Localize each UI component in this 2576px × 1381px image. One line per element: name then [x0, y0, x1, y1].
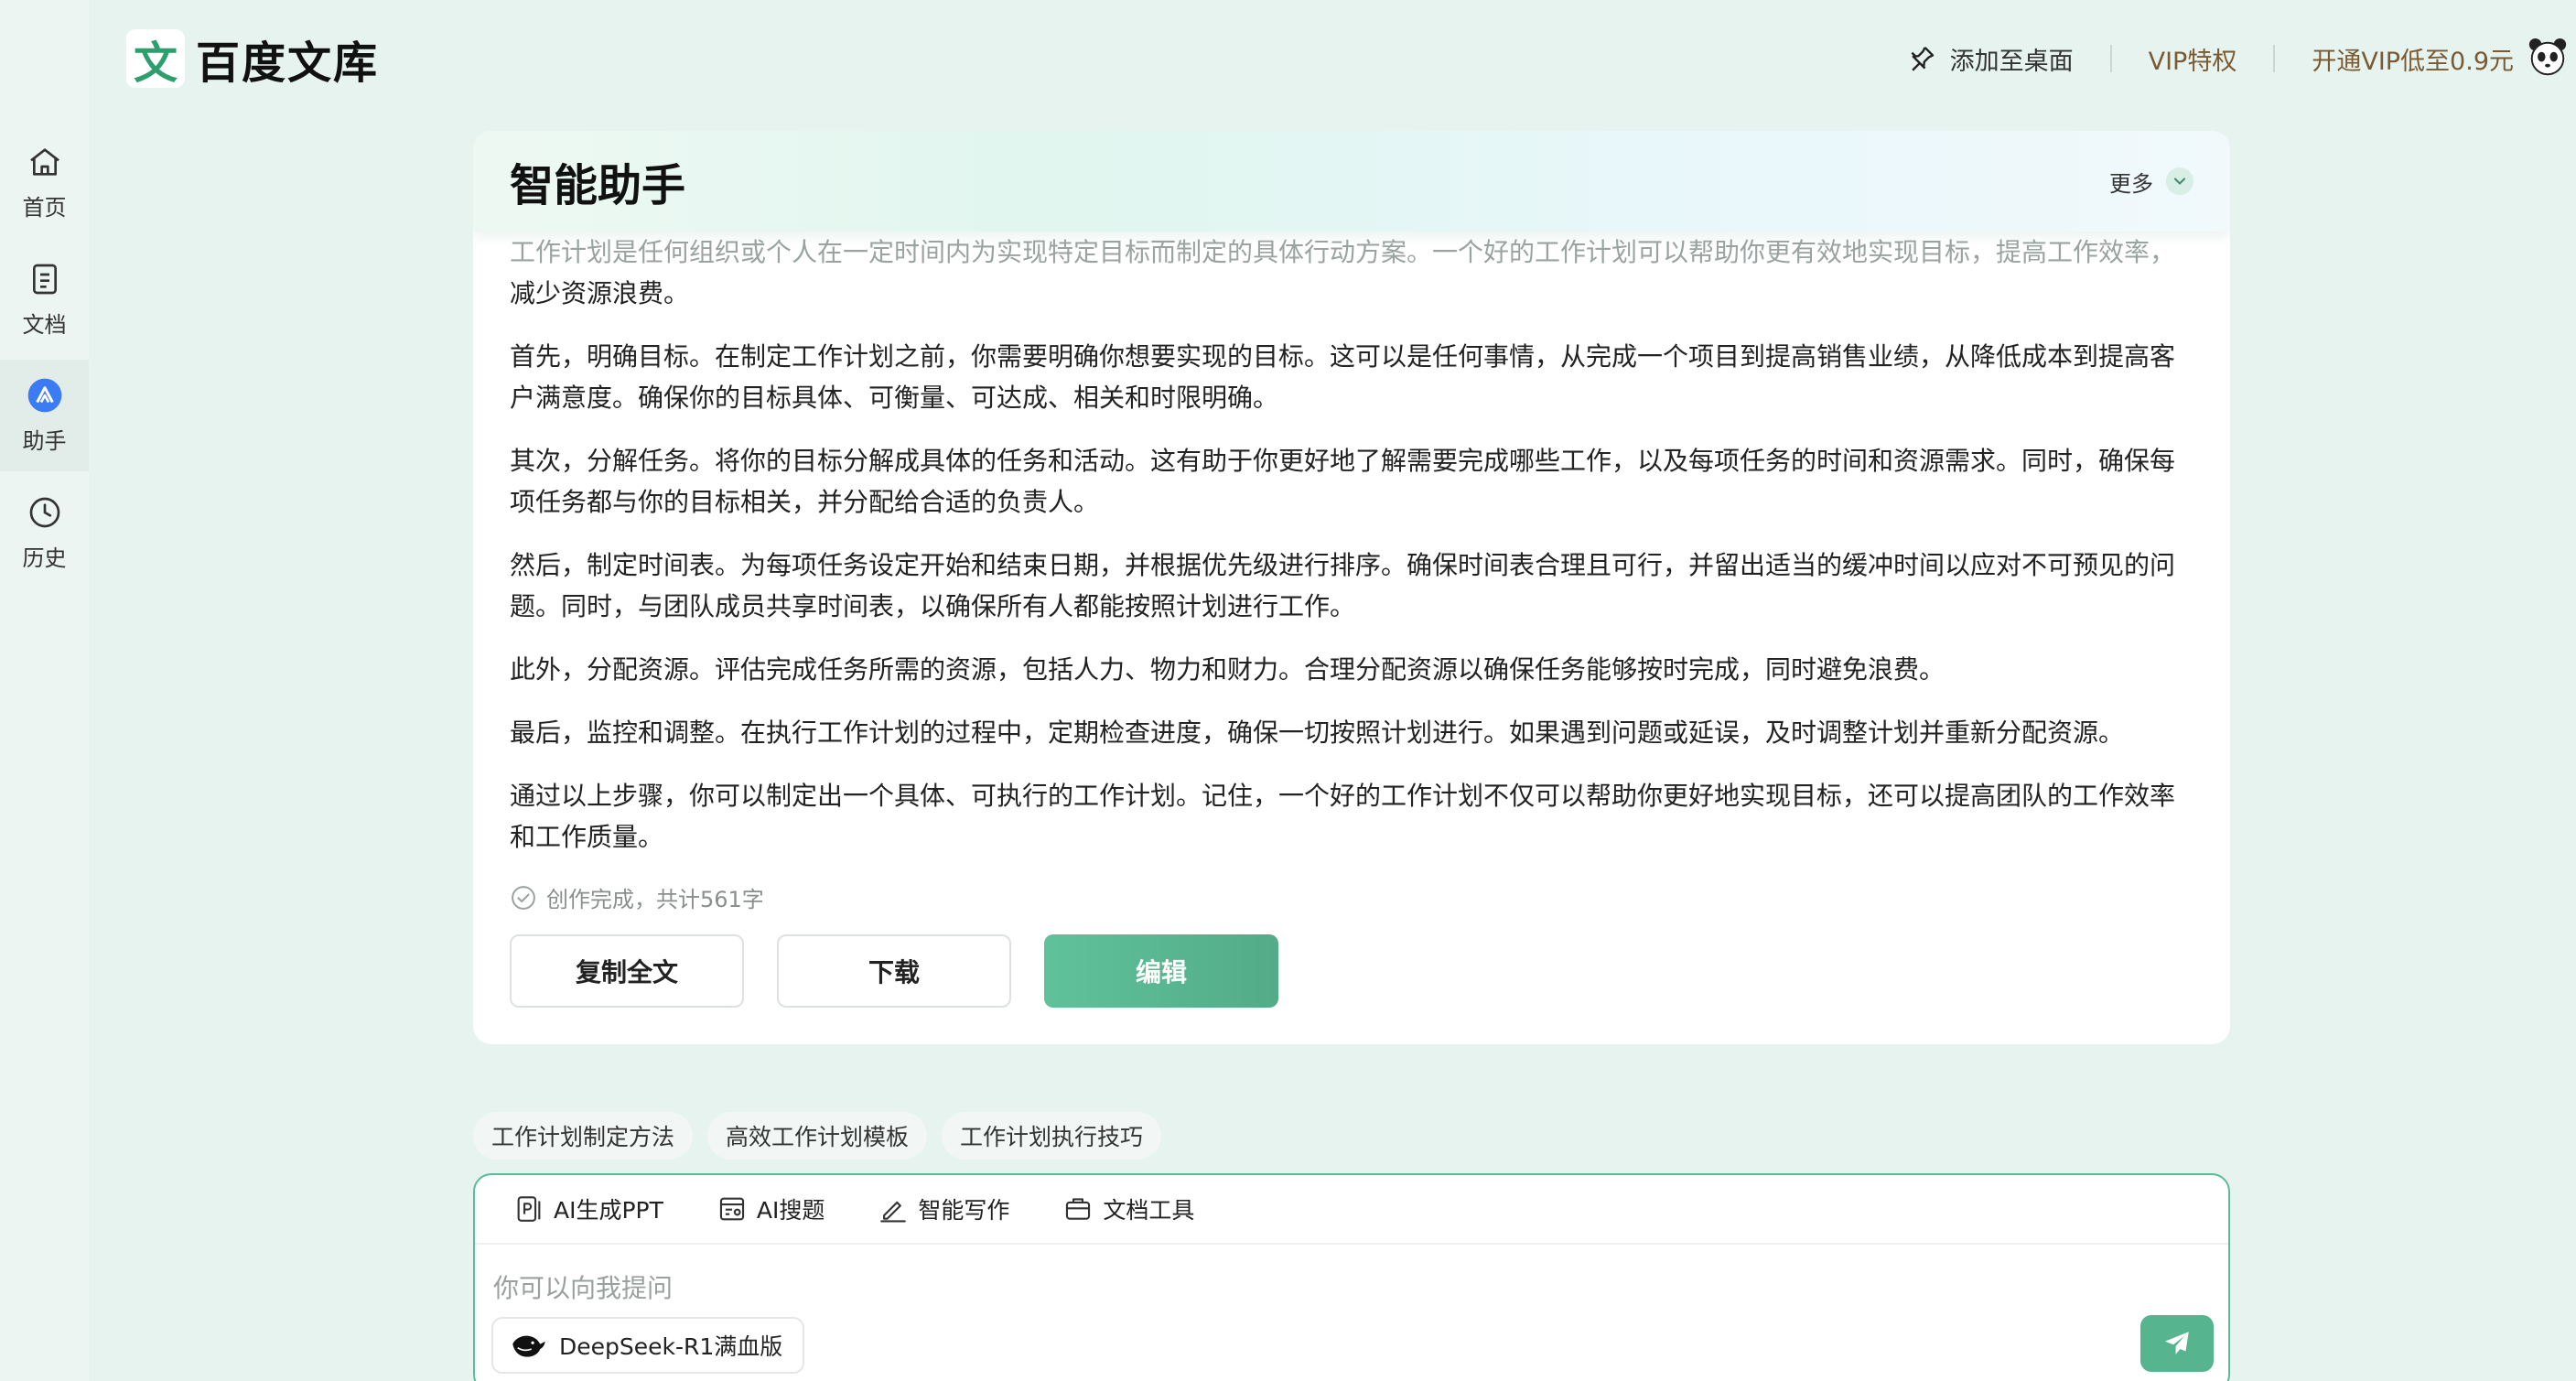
add-to-desktop-label: 添加至桌面 — [1949, 47, 2074, 76]
card-header: 智能助手 更多 — [473, 131, 2230, 232]
tool-smart-writing[interactable]: 智能写作 — [878, 1192, 1009, 1225]
tool-ai-ppt[interactable]: AI生成PPT — [513, 1192, 663, 1225]
sidebar-item-assistant[interactable]: 助手 — [0, 360, 89, 471]
send-icon — [2164, 1332, 2189, 1355]
tool-label: 智能写作 — [918, 1197, 1010, 1224]
content-paragraph: 通过以上步骤，你可以制定出一个具体、可执行的工作计划。记住，一个好的工作计划不仅… — [510, 781, 2176, 852]
tool-label: AI生成PPT — [554, 1197, 663, 1224]
add-to-desktop-link[interactable]: 添加至桌面 — [1906, 41, 2074, 77]
chevron-down-icon — [2166, 167, 2193, 195]
divider — [2109, 45, 2112, 72]
sidebar-item-history[interactable]: 历史 — [0, 477, 89, 588]
toolbox-icon — [1066, 1198, 1091, 1220]
content-paragraph: 工作计划是任何组织或个人在一定时间内为实现特定目标而制定的具体行动方案。一个好的… — [510, 232, 2195, 314]
sidebar-item-label: 助手 — [22, 427, 67, 454]
content-paragraph: 其次，分解任务。将你的目标分解成具体的任务和活动。这有助于你更好地了解需要完成哪… — [510, 446, 2176, 517]
page-title: 智能助手 — [510, 160, 686, 211]
history-icon — [29, 497, 59, 527]
edit-button[interactable]: 编辑 — [1044, 934, 1278, 1008]
tool-label: 文档工具 — [1103, 1197, 1195, 1224]
model-label: DeepSeek-R1满血版 — [559, 1333, 783, 1360]
completion-status: 创作完成，共计561字 — [510, 881, 764, 913]
top-actions: 添加至桌面 VIP特权 开通VIP低至0.9元 — [1906, 27, 2576, 90]
tool-label: AI搜题 — [756, 1197, 825, 1224]
vip-privileges-link[interactable]: VIP特权 — [2149, 41, 2237, 77]
pin-icon — [1911, 47, 1934, 71]
send-button[interactable] — [2140, 1315, 2214, 1372]
more-dropdown[interactable]: 更多 — [2109, 166, 2193, 198]
pen-icon — [880, 1201, 907, 1223]
more-label: 更多 — [2109, 170, 2153, 197]
suggestion-chip[interactable]: 高效工作计划模板 — [707, 1112, 928, 1160]
prompt-input[interactable] — [493, 1267, 1774, 1309]
sidebar-item-label: 历史 — [22, 545, 67, 571]
home-icon — [29, 147, 59, 176]
generated-content: 工作计划是任何组织或个人在一定时间内为实现特定目标而制定的具体行动方案。一个好的… — [510, 232, 2195, 879]
ppt-icon — [517, 1196, 541, 1222]
sidebar-item-label: 文档 — [22, 311, 67, 338]
model-selector[interactable]: DeepSeek-R1满血版 — [491, 1317, 805, 1374]
wenku-logo-icon: 文 — [126, 29, 185, 89]
search-question-icon — [719, 1197, 745, 1221]
composer-toolbar: AI生成PPT AI搜题 智能写作 文档工具 — [475, 1175, 2228, 1245]
check-circle-icon — [512, 885, 535, 910]
content-paragraph: 最后，监控和调整。在执行工作计划的过程中，定期检查进度，确保一切按照计划进行。如… — [510, 717, 2125, 748]
tool-document-tools[interactable]: 文档工具 — [1062, 1192, 1194, 1225]
vip-offer-link[interactable]: 开通VIP低至0.9元 — [2312, 41, 2514, 77]
tool-ai-search-question[interactable]: AI搜题 — [717, 1192, 825, 1225]
content-paragraph: 首先，明确目标。在制定工作计划之前，你需要明确你想要实现的目标。这可以是任何事情… — [510, 341, 2176, 413]
suggestion-chip[interactable]: 工作计划执行技巧 — [942, 1112, 1162, 1160]
content-paragraph: 然后，制定时间表。为每项任务设定开始和结束日期，并根据优先级进行排序。确保时间表… — [510, 550, 2176, 621]
panda-avatar-icon[interactable] — [2527, 36, 2569, 81]
assistant-icon — [27, 378, 61, 412]
chat-composer: AI生成PPT AI搜题 智能写作 文档工具 DeepSeek-R1满血 — [473, 1173, 2230, 1381]
sidebar-item-home[interactable]: 首页 — [0, 126, 89, 238]
assistant-result-card: 智能助手 更多 工作计划是任何组织或个人在一定时间内为实现特定目标而制定的具体行… — [473, 131, 2230, 1044]
sidebar-item-label: 首页 — [22, 194, 67, 221]
sidebar: 首页 文档 助手 历史 — [0, 0, 89, 1381]
download-button[interactable]: 下载 — [777, 934, 1011, 1008]
divider — [2273, 45, 2276, 72]
copy-all-button[interactable]: 复制全文 — [510, 934, 744, 1008]
sidebar-item-documents[interactable]: 文档 — [0, 243, 89, 355]
app-root: 首页 文档 助手 历史 文 百度文库 添加至桌面 VIP特权 开通VIP低至0.… — [0, 0, 2576, 1381]
paragraph-faded-text: 工作计划是任何组织或个人在一定时间内为实现特定目标而制定的具体行动方案。一个好的… — [510, 237, 2176, 267]
suggestion-chip[interactable]: 工作计划制定方法 — [473, 1112, 694, 1160]
suggestion-chips: 工作计划制定方法 高效工作计划模板 工作计划执行技巧 — [473, 1112, 1176, 1160]
status-text: 创作完成，共计561字 — [546, 887, 764, 912]
brand-name: 百度文库 — [196, 38, 380, 89]
paragraph-tail-text: 减少资源浪费。 — [510, 278, 690, 308]
brand-logo[interactable]: 文 百度文库 — [126, 27, 379, 90]
content-paragraph: 此外，分配资源。评估完成任务所需的资源，包括人力、物力和财力。合理分配资源以确保… — [510, 654, 1945, 685]
document-icon — [32, 264, 57, 294]
deepseek-whale-icon — [512, 1335, 545, 1357]
